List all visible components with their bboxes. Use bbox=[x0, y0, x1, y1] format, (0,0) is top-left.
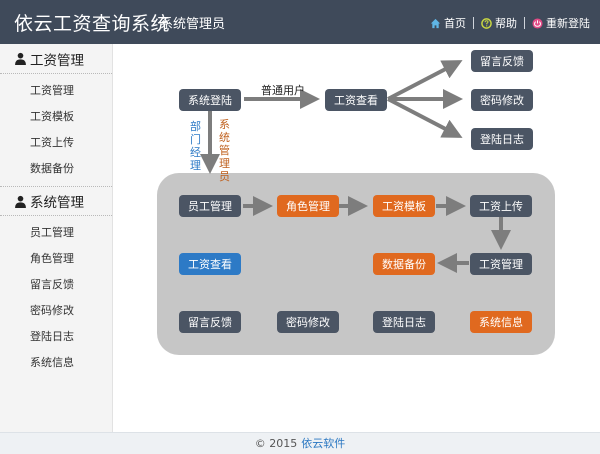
node-salary-view-top[interactable]: 工资查看 bbox=[325, 89, 387, 111]
node-salary-template[interactable]: 工资模板 bbox=[373, 195, 435, 217]
sidebar-item-feedback[interactable]: 留言反馈 bbox=[0, 272, 112, 298]
top-links: 首页 帮助 重新登陆 bbox=[430, 15, 590, 31]
sidebar-item-password[interactable]: 密码修改 bbox=[0, 298, 112, 324]
node-salary-mgmt[interactable]: 工资管理 bbox=[470, 253, 532, 275]
node-role-mgmt[interactable]: 角色管理 bbox=[277, 195, 339, 217]
edge-label-normal-user: 普通用户 bbox=[261, 84, 305, 97]
sidebar-group-salary[interactable]: 工资管理 bbox=[0, 44, 112, 74]
sidebar-item-employee-mgmt[interactable]: 员工管理 bbox=[0, 220, 112, 246]
node-password-top[interactable]: 密码修改 bbox=[471, 89, 533, 111]
sidebar-item-data-backup[interactable]: 数据备份 bbox=[0, 156, 112, 182]
sidebar-item-salary-mgmt[interactable]: 工资管理 bbox=[0, 78, 112, 104]
help-link[interactable]: 帮助 bbox=[481, 15, 517, 31]
sidebar-list: 工资管理 工资模板 工资上传 数据备份 bbox=[0, 74, 112, 186]
edge-label-sys-admin: 系统管理员 bbox=[219, 118, 230, 183]
copyright-text: © 2015 bbox=[254, 437, 298, 450]
workflow-diagram: 普通用户 部门经理 系统管理员 系统登陆 工资查看 留言反馈 密码修改 登陆日志… bbox=[113, 44, 600, 432]
current-role: 系统管理员 bbox=[160, 17, 226, 32]
node-employee-mgmt[interactable]: 员工管理 bbox=[179, 195, 241, 217]
help-link-label: 帮助 bbox=[495, 17, 517, 30]
home-link[interactable]: 首页 bbox=[430, 15, 466, 31]
sidebar-item-salary-template[interactable]: 工资模板 bbox=[0, 104, 112, 130]
edge-label-dept-manager: 部门经理 bbox=[190, 120, 201, 172]
node-feedback[interactable]: 留言反馈 bbox=[179, 311, 241, 333]
divider bbox=[473, 17, 474, 29]
divider bbox=[524, 17, 525, 29]
node-login-log-top[interactable]: 登陆日志 bbox=[471, 128, 533, 150]
sidebar-group-system[interactable]: 系统管理 bbox=[0, 186, 112, 216]
user-icon bbox=[15, 52, 26, 65]
app-title: 依云工资查询系统 bbox=[14, 13, 171, 35]
sidebar-group-title: 系统管理 bbox=[30, 195, 84, 211]
home-link-label: 首页 bbox=[444, 17, 466, 30]
node-system-info[interactable]: 系统信息 bbox=[470, 311, 532, 333]
sidebar-group-title: 工资管理 bbox=[30, 52, 84, 69]
node-salary-view[interactable]: 工资查看 bbox=[179, 253, 241, 275]
node-salary-upload[interactable]: 工资上传 bbox=[470, 195, 532, 217]
node-system-login[interactable]: 系统登陆 bbox=[179, 89, 241, 111]
home-icon bbox=[430, 18, 441, 28]
node-data-backup[interactable]: 数据备份 bbox=[373, 253, 435, 275]
sidebar-item-system-info[interactable]: 系统信息 bbox=[0, 350, 112, 376]
power-icon bbox=[532, 17, 543, 29]
help-icon bbox=[481, 17, 492, 29]
sidebar-item-role-mgmt[interactable]: 角色管理 bbox=[0, 246, 112, 272]
sidebar-item-salary-upload[interactable]: 工资上传 bbox=[0, 130, 112, 156]
node-password[interactable]: 密码修改 bbox=[277, 311, 339, 333]
user-icon bbox=[15, 195, 26, 208]
page-footer: © 2015 依云软件 bbox=[0, 432, 600, 454]
sidebar: 工资管理 工资管理 工资模板 工资上传 数据备份 系统管理 员工管理 角色管理 … bbox=[0, 44, 113, 432]
relogin-link[interactable]: 重新登陆 bbox=[532, 15, 590, 31]
footer-brand-link[interactable]: 依云软件 bbox=[301, 437, 345, 450]
node-feedback-top[interactable]: 留言反馈 bbox=[471, 50, 533, 72]
sidebar-item-login-log[interactable]: 登陆日志 bbox=[0, 324, 112, 350]
relogin-link-label: 重新登陆 bbox=[546, 17, 590, 30]
node-login-log[interactable]: 登陆日志 bbox=[373, 311, 435, 333]
app-header: 依云工资查询系统 系统管理员 首页 帮助 重新登陆 bbox=[0, 0, 600, 44]
sidebar-list: 员工管理 角色管理 留言反馈 密码修改 登陆日志 系统信息 bbox=[0, 216, 112, 380]
